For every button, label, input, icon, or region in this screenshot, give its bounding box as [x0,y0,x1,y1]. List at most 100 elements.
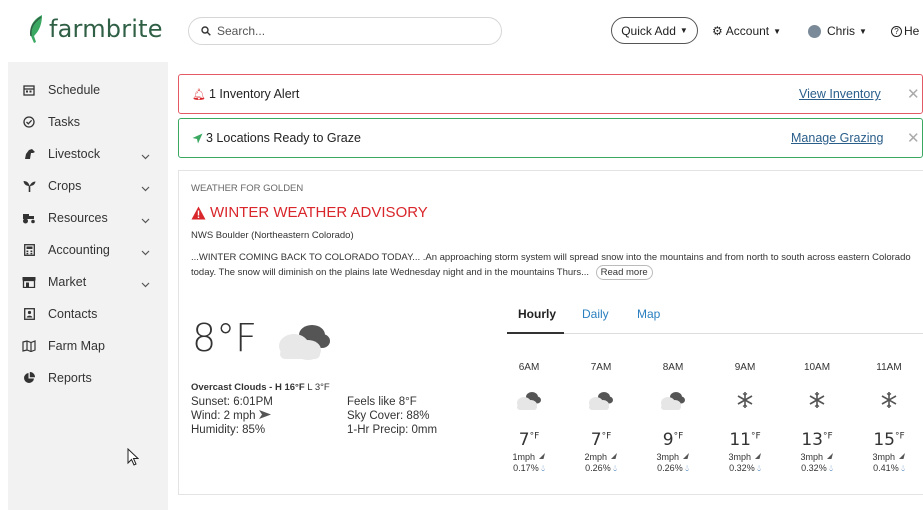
tab-daily[interactable]: Daily [582,307,609,321]
check-circle-icon [22,115,36,129]
weather-card: WEATHER FOR GOLDEN WINTER WEATHER ADVISO… [178,170,923,495]
store-icon [22,275,36,289]
sidebar-item-accounting[interactable]: Accounting [8,234,168,266]
hour-temp: 7°F [518,430,540,450]
hour-precip: 0.41% 💧︎ [869,463,909,474]
leaf-logo-icon [30,15,42,43]
hour-time: 9AM [734,362,756,373]
precip: 1-Hr Precip: 0mm [347,424,438,436]
advisory-heading: WINTER WEATHER ADVISORY [191,204,428,221]
brand-name: farmbrite [49,15,163,43]
wind-direction-icon [538,452,546,462]
chevron-down-icon [141,181,150,195]
forecast-tabs: Hourly Daily Map [507,306,923,334]
sidebar-item-market[interactable]: Market [8,266,168,298]
wind-direction-icon [754,452,762,462]
advisory-title: WINTER WEATHER ADVISORY [210,204,428,221]
chevron-down-icon [141,245,150,259]
read-more-button[interactable]: Read more [595,265,653,280]
bell-icon: 🔔︎ [192,88,206,101]
hour-temp-value: 13 [801,430,823,450]
raindrop-icon: 💧︎ [757,463,761,473]
hour-wind-value: 3mph [656,452,679,462]
hour-temp: 11°F [729,430,761,450]
tab-map[interactable]: Map [637,307,660,321]
caret-down-icon: ▼ [859,26,867,36]
caret-down-icon: ▼ [773,26,782,36]
sidebar-item-label: Reports [48,371,92,385]
cloud-icon [509,382,549,418]
sunset: Sunset: 6:01PM [191,396,273,408]
hour-column: 8AM 9°F 3mph 0.26% 💧︎ [653,362,693,474]
sidebar-item-crops[interactable]: Crops [8,170,168,202]
gear-icon: ⚙ [712,24,723,38]
farmbrite-logo[interactable]: farmbrite [28,14,163,44]
hour-column: 9AM 11°F 3mph 0.32% 💧︎ [725,362,765,474]
address-book-icon [22,307,36,321]
search-input[interactable] [217,24,477,38]
active-tab-indicator [507,332,564,334]
close-icon[interactable]: ✕ [907,129,920,147]
caret-down-icon: ▼ [679,26,688,35]
user-menu[interactable]: Chris ▼ [808,24,867,38]
location-arrow-icon [192,133,203,143]
weather-details-left: Sunset: 6:01PM Wind: 2 mph Humidity: 85% [191,395,273,437]
advisory-source: NWS Boulder (Northeastern Colorado) [191,230,354,241]
tab-hourly[interactable]: Hourly [518,307,556,321]
search-icon [201,26,211,36]
calendar-icon [22,83,36,97]
hour-precip: 0.26% 💧︎ [581,463,621,474]
account-label: Account [725,24,770,38]
hour-precip-value: 0.17% [513,463,539,473]
hour-column: 6AM 7°F 1mph 0.17% 💧︎ [509,362,549,474]
wind-direction-icon [610,452,618,462]
hour-time: 6AM [518,362,540,373]
mouse-cursor-icon [127,448,139,466]
help-label: He [904,24,920,38]
account-menu[interactable]: ⚙ Account ▼ [712,24,781,38]
wind-direction-icon [682,452,690,462]
sidebar-item-farm-map[interactable]: Farm Map [8,330,168,362]
help-link[interactable]: ? He [891,24,919,38]
summary-high: H 16°F [274,382,305,393]
sidebar-item-contacts[interactable]: Contacts [8,298,168,330]
sidebar-item-schedule[interactable]: Schedule [8,74,168,106]
advisory-text: ...WINTER COMING BACK TO COLORADO TODAY.… [191,252,911,278]
sidebar-item-reports[interactable]: Reports [8,362,168,394]
horse-icon [22,147,36,161]
snowflake-icon [725,382,765,418]
chevron-down-icon [141,213,150,227]
top-bar: farmbrite Quick Add ▼ ⚙ Account ▼ Chris … [0,0,923,62]
avatar [808,24,821,38]
sidebar-item-tasks[interactable]: Tasks [8,106,168,138]
sidebar-item-label: Farm Map [48,339,105,353]
hour-wind-value: 2mph [584,452,607,462]
manage-grazing-link[interactable]: Manage Grazing [791,131,883,145]
hour-temp-value: 7 [518,430,530,450]
hour-precip: 0.26% 💧︎ [653,463,693,474]
sky-cover: Sky Cover: 88% [347,410,430,422]
search-box[interactable] [188,17,502,45]
quick-add-button[interactable]: Quick Add ▼ [611,17,698,44]
map-icon [22,339,36,353]
current-temperature: 8°F [192,316,258,360]
hour-wind: 1mph [509,452,549,463]
feels-like: Feels like 8°F [347,396,417,408]
sidebar-item-label: Schedule [48,83,101,97]
hour-precip-value: 0.41% [873,463,899,473]
humidity: Humidity: 85% [191,424,266,436]
inventory-alert: 🔔︎ 1 Inventory Alert View Inventory ✕ [178,74,923,114]
overcast-clouds-icon [279,325,330,360]
summary-low: L 3°F [307,382,330,393]
hour-precip: 0.17% 💧︎ [509,463,549,474]
sidebar-item-livestock[interactable]: Livestock [8,138,168,170]
hour-wind-value: 3mph [800,452,823,462]
raindrop-icon: 💧︎ [685,463,689,473]
close-icon[interactable]: ✕ [907,85,920,103]
graze-alert: 3 Locations Ready to Graze Manage Grazin… [178,118,923,158]
sidebar-item-label: Contacts [48,307,98,321]
sidebar-item-resources[interactable]: Resources [8,202,168,234]
user-name: Chris [827,24,856,38]
hour-wind-value: 3mph [728,452,751,462]
view-inventory-link[interactable]: View Inventory [799,87,881,101]
